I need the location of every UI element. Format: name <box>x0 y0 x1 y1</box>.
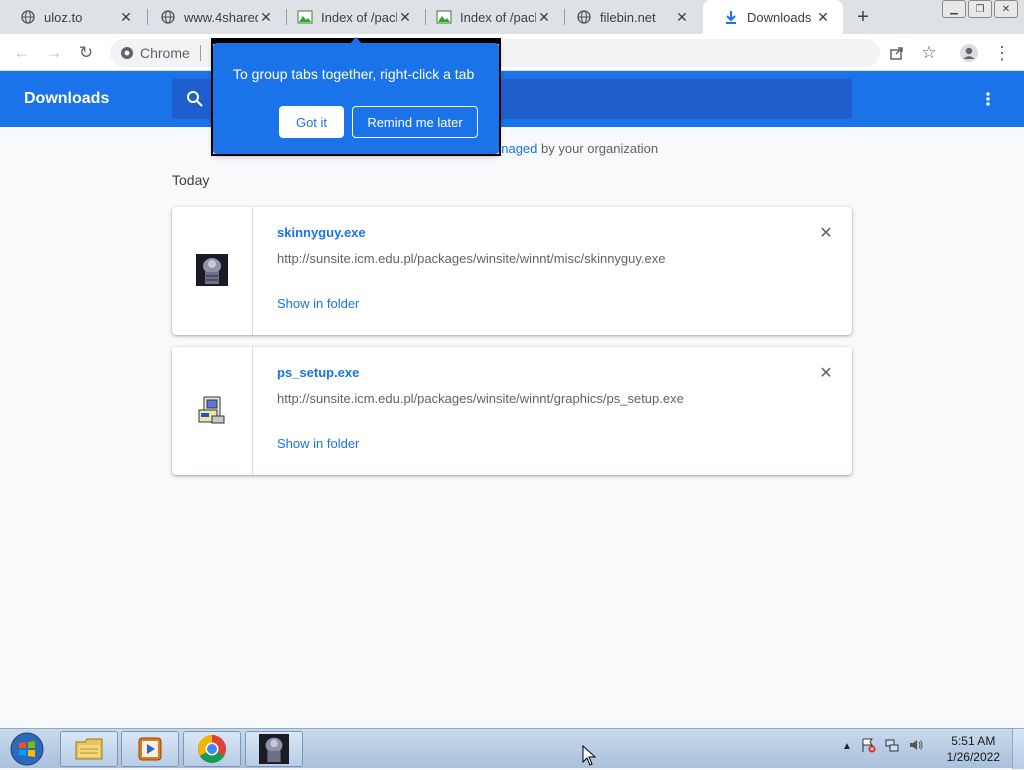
tab-strip: uloz.to ✕ www.4shared. ✕ Index of /pack … <box>0 0 1024 34</box>
file-name-link[interactable]: ps_setup.exe <box>277 365 359 380</box>
remove-item-icon[interactable]: ✕ <box>818 365 834 382</box>
tab-title: Index of /pack <box>321 9 397 25</box>
tab-title: www.4shared. <box>184 9 258 25</box>
globe-icon <box>160 9 176 25</box>
tab-index-2[interactable]: Index of /pack ✕ <box>416 0 564 34</box>
managed-suffix: by your organization <box>537 141 659 156</box>
tab-title: Index of /pack <box>460 9 536 25</box>
windows-logo-icon <box>10 732 44 766</box>
downloads-header: Downloads <box>0 71 1024 127</box>
show-in-folder-link[interactable]: Show in folder <box>277 296 359 311</box>
windows-taskbar: ▲ 5:51 AM 1/26/2022 <box>0 728 1024 769</box>
file-icon-column <box>172 347 253 475</box>
show-in-folder-link[interactable]: Show in folder <box>277 436 359 451</box>
image-icon <box>297 9 313 25</box>
forward-button[interactable]: → <box>43 42 65 64</box>
taskbar-media-player[interactable] <box>121 731 179 767</box>
file-source-url[interactable]: http://sunsite.icm.edu.pl/packages/winsi… <box>277 391 684 406</box>
action-center-flag-icon[interactable] <box>860 737 876 756</box>
tab-close-icon[interactable]: ✕ <box>397 9 413 25</box>
more-actions-icon[interactable] <box>978 89 998 109</box>
managed-notice: anaged by your organization <box>494 141 658 156</box>
omnibox-chip: Chrome <box>120 45 201 61</box>
browser-toolbar: ← → ↻ Chrome ☆ ⋮ <box>0 34 1024 71</box>
remind-me-later-button[interactable]: Remind me later <box>352 106 478 138</box>
tab-title: Downloads <box>747 9 812 25</box>
tab-filebin[interactable]: filebin.net ✕ <box>556 0 702 34</box>
browser-menu-icon[interactable]: ⋮ <box>991 42 1013 64</box>
tab-downloads[interactable]: Downloads ✕ <box>703 0 843 34</box>
file-icon-column <box>172 207 253 335</box>
tab-title: filebin.net <box>600 9 656 25</box>
share-icon[interactable] <box>886 42 908 64</box>
system-tray: ▲ <box>842 737 924 756</box>
tab-close-icon[interactable]: ✕ <box>118 9 134 25</box>
tab-close-icon[interactable]: ✕ <box>674 9 690 25</box>
folder-icon <box>75 738 103 760</box>
tab-title: uloz.to <box>44 9 83 25</box>
date-section-label: Today <box>172 172 210 188</box>
remove-item-icon[interactable]: ✕ <box>818 225 834 242</box>
minimize-button[interactable]: ▁ <box>942 0 966 18</box>
setup-file-icon <box>196 394 228 429</box>
reload-button[interactable]: ↻ <box>75 42 97 64</box>
tab-close-icon[interactable]: ✕ <box>536 9 552 25</box>
taskbar-explorer[interactable] <box>60 731 118 767</box>
search-icon <box>186 90 204 108</box>
promo-message: To group tabs together, right-click a ta… <box>233 66 475 82</box>
file-name-link[interactable]: skinnyguy.exe <box>277 225 366 240</box>
close-window-button[interactable]: ✕ <box>994 0 1018 18</box>
taskbar-skinnyguy-app[interactable] <box>245 731 303 767</box>
network-icon[interactable] <box>884 737 900 756</box>
tab-4shared[interactable]: www.4shared. ✕ <box>140 0 286 34</box>
omnibox-chip-label: Chrome <box>140 45 190 61</box>
tab-group-promo-bubble: To group tabs together, right-click a ta… <box>213 43 499 154</box>
clock-date: 1/26/2022 <box>946 750 1000 764</box>
taskbar-chrome[interactable] <box>183 731 241 767</box>
profile-avatar-icon[interactable] <box>958 42 980 64</box>
mouse-cursor-icon <box>582 744 597 770</box>
bookmark-star-icon[interactable]: ☆ <box>918 42 940 64</box>
new-tab-button[interactable]: + <box>852 6 874 28</box>
managed-link[interactable]: anaged <box>494 141 537 156</box>
window-controls: ▁ ❐ ✕ <box>942 0 1018 18</box>
page-title: Downloads <box>24 90 110 107</box>
tray-overflow-icon[interactable]: ▲ <box>842 741 852 752</box>
tab-uloz[interactable]: uloz.to ✕ <box>0 0 146 34</box>
volume-icon[interactable] <box>908 737 924 756</box>
globe-icon <box>20 9 36 25</box>
restore-button[interactable]: ❐ <box>968 0 992 18</box>
tab-index-1[interactable]: Index of /pack ✕ <box>277 0 425 34</box>
chrome-icon <box>120 46 134 60</box>
download-item: skinnyguy.exe http://sunsite.icm.edu.pl/… <box>172 207 852 335</box>
skinnyguy-app-icon <box>259 734 289 764</box>
media-player-icon <box>138 737 162 761</box>
file-source-url[interactable]: http://sunsite.icm.edu.pl/packages/winsi… <box>277 251 666 266</box>
back-button[interactable]: ← <box>11 42 33 64</box>
globe-icon <box>576 9 592 25</box>
tab-close-icon[interactable]: ✕ <box>815 9 831 25</box>
download-item: ps_setup.exe http://sunsite.icm.edu.pl/p… <box>172 347 852 475</box>
clock-time: 5:51 AM <box>951 734 996 748</box>
start-button[interactable] <box>4 730 50 768</box>
tab-close-icon[interactable]: ✕ <box>258 9 274 25</box>
got-it-button[interactable]: Got it <box>279 106 344 138</box>
taskbar-clock[interactable]: 5:51 AM 1/26/2022 <box>947 733 1000 765</box>
image-icon <box>436 9 452 25</box>
show-desktop-button[interactable] <box>1012 729 1024 769</box>
file-icon <box>196 253 228 289</box>
chrome-logo-icon <box>198 735 226 763</box>
download-icon <box>723 9 739 25</box>
